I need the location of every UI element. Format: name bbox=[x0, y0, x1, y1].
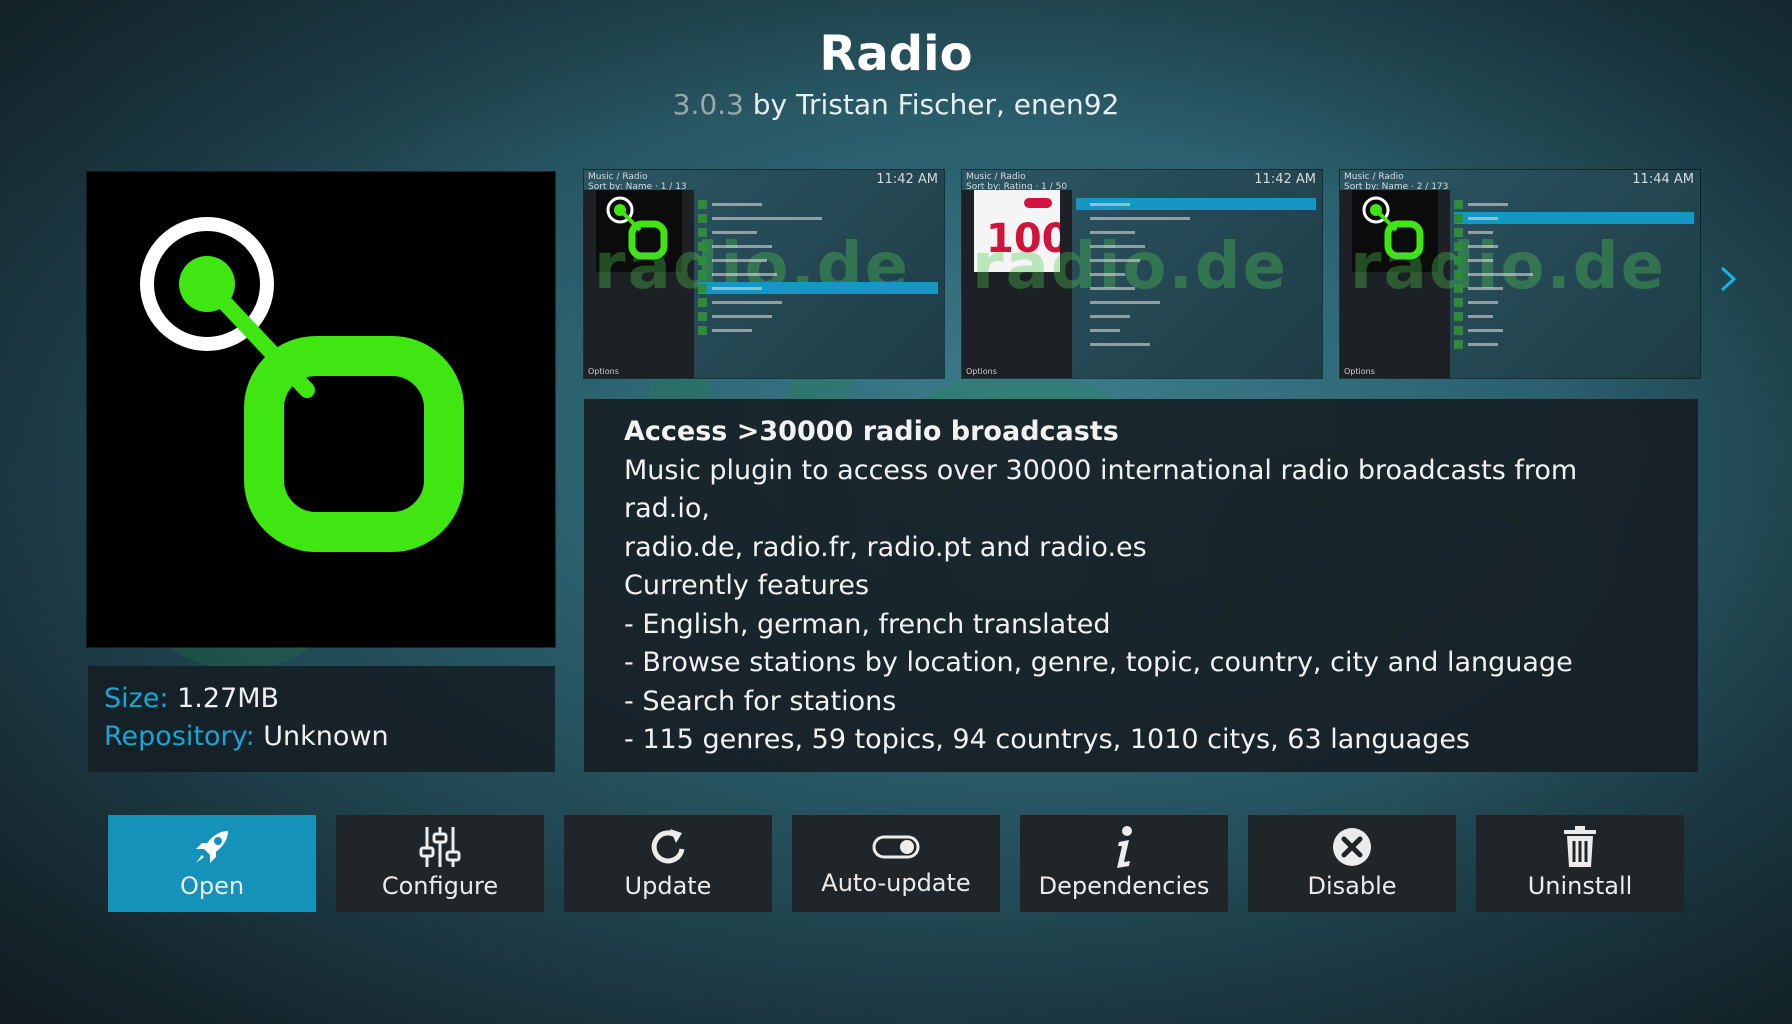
list-item bbox=[1076, 310, 1316, 322]
sliders-icon bbox=[336, 823, 544, 871]
size-value: 1.27MB bbox=[177, 683, 280, 714]
list-item bbox=[1076, 268, 1316, 280]
trash-icon bbox=[1476, 823, 1684, 871]
list-item bbox=[698, 198, 938, 210]
list-item bbox=[698, 324, 938, 336]
auto-update-button-label: Auto-update bbox=[821, 869, 971, 897]
screenshot-clock: 11:44 AM bbox=[1632, 172, 1694, 187]
update-button-label: Update bbox=[624, 872, 712, 900]
addon-title: Radio bbox=[819, 26, 973, 82]
disable-button-label: Disable bbox=[1307, 872, 1397, 900]
list-item bbox=[1076, 296, 1316, 308]
dependencies-button[interactable]: Dependencies bbox=[1020, 815, 1228, 912]
addon-icon-panel bbox=[87, 172, 555, 647]
addon-author: by Tristan Fischer, enen92 bbox=[743, 88, 1120, 121]
screenshot-footer: Options bbox=[588, 367, 619, 376]
list-item bbox=[1076, 324, 1316, 336]
list-item bbox=[1454, 226, 1694, 238]
list-item bbox=[1454, 282, 1694, 294]
configure-button[interactable]: Configure bbox=[336, 815, 544, 912]
list-item bbox=[1076, 254, 1316, 266]
list-item bbox=[698, 296, 938, 308]
list-item bbox=[1454, 338, 1694, 350]
list-item bbox=[1454, 324, 1694, 336]
description-line: - Browse stations by location, genre, to… bbox=[624, 647, 1573, 678]
refresh-icon bbox=[564, 823, 772, 871]
list-item bbox=[1076, 212, 1316, 224]
list-item-selected bbox=[698, 282, 938, 294]
info-icon bbox=[1020, 823, 1228, 871]
screenshot-path: Music / Radio Sort by: Name · 2 / 173 bbox=[1344, 172, 1449, 192]
repository-row: Repository: Unknown bbox=[104, 718, 539, 756]
rocket-icon bbox=[108, 823, 316, 871]
screenshot-2[interactable]: Music / Radio Sort by: Rating · 1 / 50 11… bbox=[962, 170, 1322, 378]
list-item bbox=[1076, 282, 1316, 294]
list-item bbox=[1076, 240, 1316, 252]
update-button[interactable]: Update bbox=[564, 815, 772, 912]
size-label: Size: bbox=[104, 683, 169, 714]
description-line: - English, german, french translated bbox=[624, 608, 1111, 640]
repository-label: Repository: bbox=[104, 721, 255, 752]
list-item bbox=[1454, 268, 1694, 280]
list-item bbox=[1454, 296, 1694, 308]
list-item bbox=[1454, 240, 1694, 252]
configure-button-label: Configure bbox=[381, 872, 499, 900]
uninstall-button-label: Uninstall bbox=[1527, 872, 1633, 900]
list-item bbox=[698, 212, 938, 224]
screenshot-path: Music / Radio Sort by: Name · 1 / 13 bbox=[588, 172, 687, 192]
screenshot-3[interactable]: Music / Radio Sort by: Name · 2 / 173 11:… bbox=[1340, 170, 1700, 378]
disable-button[interactable]: Disable bbox=[1248, 815, 1456, 912]
list-item bbox=[698, 268, 938, 280]
list-item bbox=[1454, 254, 1694, 266]
screenshot-clock: 11:42 AM bbox=[876, 172, 938, 187]
list-item-selected bbox=[1076, 198, 1316, 210]
addon-version: 3.0.3 bbox=[672, 88, 744, 121]
list-item-selected bbox=[1454, 212, 1694, 224]
radio-logo-icon bbox=[140, 217, 464, 552]
description-line: Currently features bbox=[624, 570, 870, 601]
uninstall-button[interactable]: Uninstall bbox=[1476, 815, 1684, 912]
list-item bbox=[698, 226, 938, 238]
list-item bbox=[698, 254, 938, 266]
list-item bbox=[1076, 226, 1316, 238]
close-circle-icon bbox=[1248, 823, 1456, 871]
addon-subtitle: 3.0.3 by Tristan Fischer, enen92 bbox=[0, 86, 1792, 124]
toggle-icon bbox=[792, 823, 1000, 871]
screenshot-clock: 11:42 AM bbox=[1254, 172, 1316, 187]
description-panel: Access >30000 radio broadcasts Music plu… bbox=[584, 399, 1698, 772]
description-headline: Access >30000 radio broadcasts bbox=[624, 416, 1119, 447]
list-item bbox=[1454, 310, 1694, 322]
screenshot-1[interactable]: Music / Radio Sort by: Name · 1 / 13 11:4… bbox=[584, 170, 944, 378]
list-item bbox=[698, 240, 938, 252]
screenshot-footer: Options bbox=[1344, 367, 1375, 376]
open-button[interactable]: Open bbox=[108, 815, 316, 912]
list-item bbox=[698, 310, 938, 322]
auto-update-button[interactable]: Auto-update bbox=[792, 815, 1000, 912]
repository-value: Unknown bbox=[263, 721, 389, 752]
screenshot-path: Music / Radio Sort by: Rating · 1 / 50 bbox=[966, 172, 1068, 192]
action-bar: Open Configure Update Auto-update Depend… bbox=[108, 815, 1684, 912]
open-button-label: Open bbox=[179, 872, 245, 900]
description-line: - Search for stations bbox=[624, 685, 897, 717]
screenshot-footer: Options bbox=[966, 367, 997, 376]
addon-header: Radio 3.0.3 by Tristan Fischer, enen92 bbox=[0, 22, 1792, 124]
description-line: - 115 genres, 59 topics, 94 countrys, 10… bbox=[624, 724, 1470, 755]
list-item bbox=[1076, 338, 1316, 350]
chevron-right-icon[interactable] bbox=[1716, 262, 1740, 296]
list-item bbox=[1454, 198, 1694, 210]
description-line: radio.de, radio.fr, radio.pt and radio.e… bbox=[624, 531, 1147, 563]
description-line: Music plugin to access over 30000 intern… bbox=[624, 454, 1578, 525]
size-row: Size: 1.27MB bbox=[104, 680, 539, 718]
addon-info-panel: Size: 1.27MB Repository: Unknown bbox=[88, 666, 555, 772]
dependencies-button-label: Dependencies bbox=[1038, 872, 1210, 900]
